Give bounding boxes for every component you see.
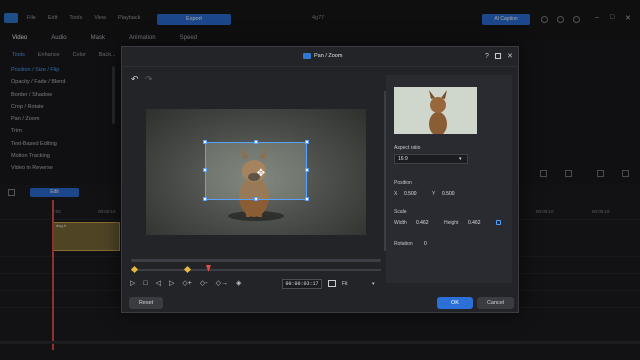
resize-handle[interactable]: [203, 168, 207, 172]
aspect-ratio-value: 16:9: [398, 156, 408, 162]
rotation-input[interactable]: 0: [424, 241, 427, 247]
pos-x-input[interactable]: 0.500: [404, 191, 417, 197]
timecode-display[interactable]: 00:00:03:17: [282, 279, 322, 289]
scale-label: Scale: [394, 209, 407, 215]
pos-y-label: Y: [432, 191, 436, 197]
keyframe-marker[interactable]: [183, 265, 192, 274]
move-icon[interactable]: ✥: [256, 169, 266, 179]
close-icon[interactable]: ✕: [507, 53, 513, 60]
playback-controls: ▷ □ ◁ ▷ ◇+ ◇- ◇→ ◈: [130, 279, 241, 288]
position-label: Position: [394, 180, 412, 186]
cancel-button[interactable]: Cancel: [477, 297, 514, 309]
properties-panel: Aspect ratio 16:9 ▾ Position X 0.500 Y 0…: [386, 75, 512, 283]
undo-icon[interactable]: ↶: [131, 74, 139, 85]
redo-icon[interactable]: ↷: [145, 74, 153, 85]
remove-keyframe-icon[interactable]: ◇-: [200, 279, 208, 287]
keyframe-nav-icon[interactable]: ◇→: [216, 279, 228, 287]
resize-handle[interactable]: [203, 197, 207, 201]
prev-frame-icon[interactable]: ◁: [156, 279, 161, 287]
resize-handle[interactable]: [203, 140, 207, 144]
pan-zoom-dialog: Pan / Zoom ? ✕ ↶ ↷ ✥ ▷ □ ◁ ▷ ◇+ ◇- ◇→ ◈ …: [121, 46, 519, 313]
next-frame-icon[interactable]: ▷: [169, 279, 174, 287]
reset-button[interactable]: Reset: [129, 297, 163, 309]
height-input[interactable]: 0.462: [468, 220, 481, 226]
aspect-monitor-icon[interactable]: [328, 280, 336, 287]
aspect-ratio-label: Aspect ratio: [394, 145, 421, 151]
play-icon[interactable]: ▷: [130, 279, 135, 287]
add-keyframe-icon[interactable]: ◇+: [182, 279, 191, 287]
app-logo-icon: [303, 53, 311, 59]
resize-handle[interactable]: [305, 197, 309, 201]
thumbnail-dog-figure: [429, 90, 447, 136]
duplicate-keyframe-icon[interactable]: ◈: [236, 279, 241, 287]
chevron-down-icon: ▾: [459, 156, 462, 162]
dialog-titlebar: Pan / Zoom ? ✕: [122, 47, 518, 67]
width-input[interactable]: 0.462: [416, 220, 429, 226]
help-icon[interactable]: ?: [485, 53, 489, 60]
stop-icon[interactable]: □: [143, 280, 147, 287]
width-label: Width: [394, 220, 407, 226]
chevron-down-icon: ▾: [372, 281, 375, 287]
zoom-fit-select[interactable]: Fit ▾: [339, 279, 381, 289]
resize-handle[interactable]: [254, 140, 258, 144]
keyframe-track[interactable]: [131, 269, 381, 271]
resize-handle[interactable]: [305, 140, 309, 144]
source-thumbnail: [394, 87, 477, 136]
pos-y-input[interactable]: 0.500: [442, 191, 455, 197]
dialog-title: Pan / Zoom: [314, 53, 343, 59]
zoom-fit-value: Fit: [342, 281, 348, 287]
ok-button[interactable]: OK: [437, 297, 473, 309]
lock-ratio-icon[interactable]: [496, 220, 501, 225]
rotation-label: Rotation: [394, 241, 413, 247]
maximize-icon[interactable]: [495, 53, 501, 59]
resize-handle[interactable]: [305, 168, 309, 172]
resize-handle[interactable]: [254, 197, 258, 201]
height-label: Height: [444, 220, 459, 226]
aspect-ratio-select[interactable]: 16:9 ▾: [394, 154, 468, 164]
pos-x-label: X: [394, 191, 398, 197]
preview-hscrollbar[interactable]: [131, 259, 381, 262]
keyframe-marker[interactable]: [130, 265, 139, 274]
